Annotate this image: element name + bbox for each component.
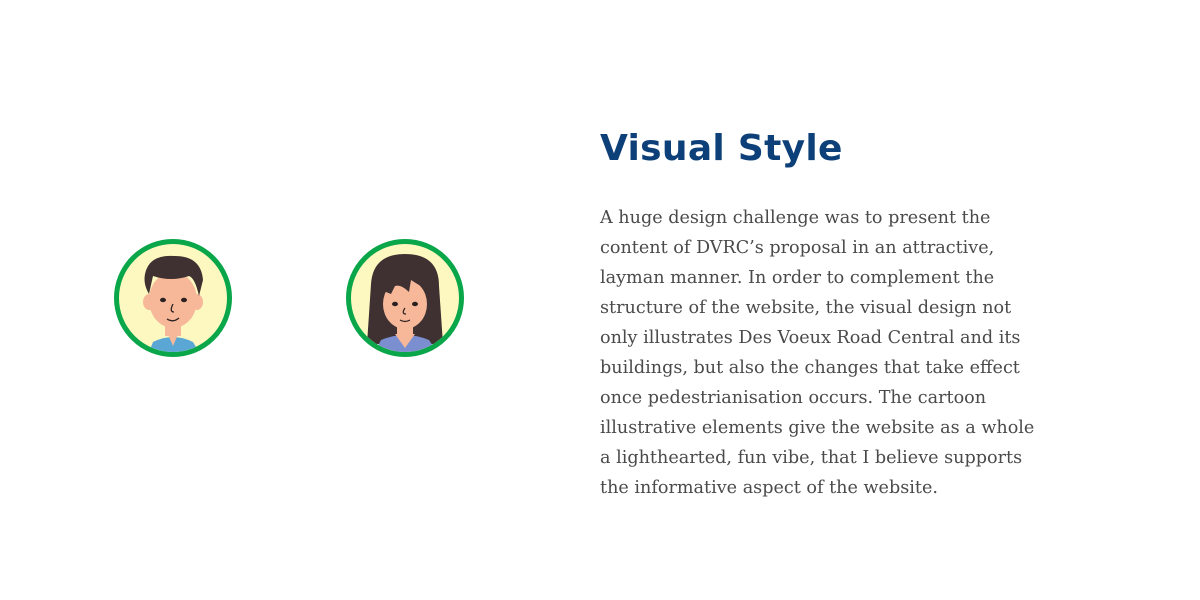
body-line: content of DVRC’s proposal in an attract… xyxy=(600,238,995,258)
male-face-icon xyxy=(143,255,203,352)
body-line: only illustrates Des Voeux Road Central … xyxy=(600,328,1021,348)
body-line: A huge design challenge was to present t… xyxy=(600,208,991,228)
body-line: structure of the website, the visual des… xyxy=(600,298,1012,318)
section-body: A huge design challenge was to present t… xyxy=(600,203,1034,503)
body-line: buildings, but also the changes that tak… xyxy=(600,358,1020,378)
body-line: the informative aspect of the website. xyxy=(600,478,938,498)
female-avatar xyxy=(346,239,464,357)
body-line: once pedestrianisation occurs. The carto… xyxy=(600,388,987,408)
body-line: illustrative elements give the website a… xyxy=(600,418,1035,438)
body-line: layman manner. In order to complement th… xyxy=(600,268,995,288)
female-face-icon xyxy=(367,254,443,352)
male-avatar xyxy=(114,239,232,357)
body-line: a lighthearted, fun vibe, that I believe… xyxy=(600,448,1023,468)
section-title: Visual Style xyxy=(600,128,843,169)
